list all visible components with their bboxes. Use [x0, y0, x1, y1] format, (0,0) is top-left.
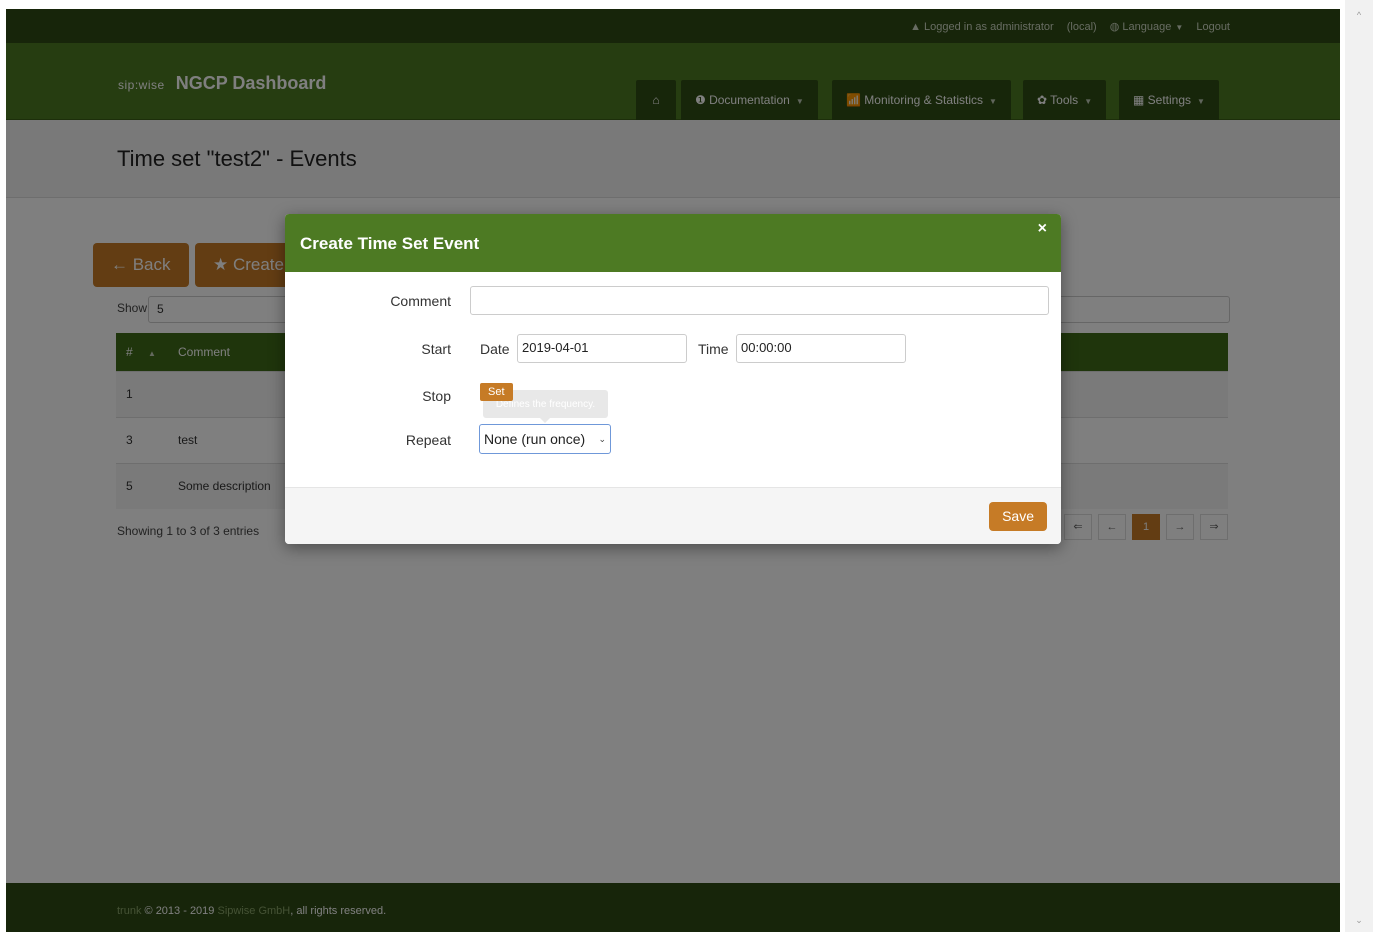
repeat-label: Repeat: [405, 432, 451, 448]
modal-header: Create Time Set Event ×: [285, 214, 1061, 272]
comment-input[interactable]: [470, 286, 1049, 315]
modal-footer: Save: [285, 487, 1061, 544]
stop-set-button[interactable]: Set: [480, 383, 513, 401]
close-icon[interactable]: ×: [1038, 220, 1047, 238]
start-date-label: Date: [480, 341, 510, 357]
scroll-up-icon[interactable]: ^: [1345, 10, 1373, 20]
save-button[interactable]: Save: [989, 502, 1047, 531]
chevron-down-icon: ⌄: [598, 434, 606, 444]
comment-label: Comment: [390, 293, 451, 309]
start-date-input[interactable]: 2019-04-01: [517, 334, 687, 363]
start-label: Start: [421, 341, 451, 357]
stop-label: Stop: [422, 388, 451, 404]
browser-scrollbar[interactable]: ^ ⌄: [1345, 0, 1373, 932]
create-time-set-event-dialog: Create Time Set Event × Comment Start Da…: [285, 214, 1061, 544]
scroll-down-icon[interactable]: ⌄: [1345, 915, 1373, 926]
modal-title: Create Time Set Event: [300, 234, 480, 253]
start-time-label: Time: [698, 341, 729, 357]
repeat-select[interactable]: None (run once) ⌄: [479, 424, 611, 454]
tooltip-arrow: [540, 418, 550, 423]
repeat-select-value: None (run once): [484, 431, 586, 447]
start-time-input[interactable]: 00:00:00: [736, 334, 906, 363]
